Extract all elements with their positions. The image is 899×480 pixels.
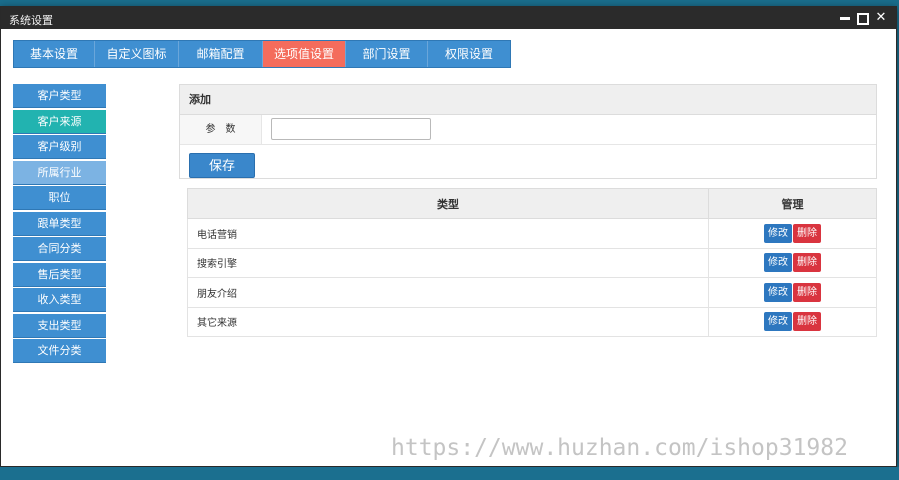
sidebar-item-expense-type[interactable]: 支出类型 <box>13 313 106 338</box>
delete-button[interactable]: 删除 <box>793 282 821 302</box>
edit-button[interactable]: 修改 <box>764 312 792 332</box>
type-cell: 电话营销 <box>187 218 709 249</box>
sidebar-item-income-type[interactable]: 收入类型 <box>13 288 106 312</box>
sidebar-item-customer-type[interactable]: 客户类型 <box>13 84 106 108</box>
manage-cell: 修改 删除 <box>708 218 877 249</box>
option-values-table: 类型 管理 电话营销 修改 删除 搜索引擎 修改 删除 朋友介绍 修改 删除 其… <box>187 188 877 337</box>
param-label: 参 数 <box>180 115 262 144</box>
manage-cell: 修改 删除 <box>708 247 877 278</box>
param-row: 参 数 <box>180 115 876 145</box>
sidebar-item-position[interactable]: 职位 <box>13 186 106 210</box>
delete-button[interactable]: 删除 <box>793 312 821 332</box>
settings-window: 系统设置 ✕ 基本设置 自定义图标 邮箱配置 选项值设置 部门设置 权限设置 客… <box>0 6 897 467</box>
column-header-manage: 管理 <box>708 188 877 219</box>
edit-button[interactable]: 修改 <box>764 223 792 243</box>
sidebar-item-customer-source[interactable]: 客户来源 <box>13 109 106 134</box>
window-controls: ✕ <box>838 9 888 26</box>
add-panel-header: 添加 <box>180 85 876 115</box>
sidebar-item-aftersales-type[interactable]: 售后类型 <box>13 262 106 287</box>
close-icon[interactable]: ✕ <box>874 9 888 26</box>
manage-cell: 修改 删除 <box>708 306 877 337</box>
table-row: 电话营销 修改 删除 <box>187 218 877 249</box>
type-cell: 搜索引擎 <box>187 247 709 278</box>
tab-option-values[interactable]: 选项值设置 <box>263 41 346 67</box>
sidebar-item-file-category[interactable]: 文件分类 <box>13 339 106 363</box>
watermark-text: https://www.huzhan.com/ishop31982 <box>391 435 848 461</box>
column-header-type: 类型 <box>187 188 709 219</box>
edit-button[interactable]: 修改 <box>764 253 792 273</box>
window-titlebar[interactable]: 系统设置 ✕ <box>1 7 896 29</box>
sidebar-item-followup-type[interactable]: 跟单类型 <box>13 211 106 236</box>
edit-button[interactable]: 修改 <box>764 282 792 302</box>
sidebar-item-customer-level[interactable]: 客户级别 <box>13 135 106 159</box>
delete-button[interactable]: 删除 <box>793 253 821 273</box>
manage-cell: 修改 删除 <box>708 277 877 308</box>
tab-basic-settings[interactable]: 基本设置 <box>14 41 95 67</box>
tab-custom-icons[interactable]: 自定义图标 <box>95 41 179 67</box>
type-cell: 其它来源 <box>187 306 709 337</box>
tab-permission-settings[interactable]: 权限设置 <box>428 41 510 67</box>
delete-button[interactable]: 删除 <box>793 223 821 243</box>
desktop-background-bottom <box>0 467 899 480</box>
save-button[interactable]: 保存 <box>189 153 255 178</box>
sidebar-item-contract-category[interactable]: 合同分类 <box>13 237 106 261</box>
settings-tab-bar: 基本设置 自定义图标 邮箱配置 选项值设置 部门设置 权限设置 <box>13 40 511 68</box>
sidebar-item-industry[interactable]: 所属行业 <box>13 160 106 185</box>
window-title: 系统设置 <box>9 14 53 27</box>
tab-mail-config[interactable]: 邮箱配置 <box>179 41 263 67</box>
param-input[interactable] <box>271 118 431 140</box>
table-row: 其它来源 修改 删除 <box>187 306 877 337</box>
add-option-panel: 添加 参 数 保存 <box>179 84 877 179</box>
maximize-icon[interactable] <box>856 9 870 26</box>
option-category-sidebar: 客户类型 客户来源 客户级别 所属行业 职位 跟单类型 合同分类 售后类型 收入… <box>13 84 106 365</box>
type-cell: 朋友介绍 <box>187 277 709 308</box>
minimize-icon[interactable] <box>838 9 852 26</box>
table-row: 朋友介绍 修改 删除 <box>187 277 877 308</box>
tab-department-settings[interactable]: 部门设置 <box>346 41 428 67</box>
table-header-row: 类型 管理 <box>187 188 877 219</box>
table-row: 搜索引擎 修改 删除 <box>187 247 877 278</box>
